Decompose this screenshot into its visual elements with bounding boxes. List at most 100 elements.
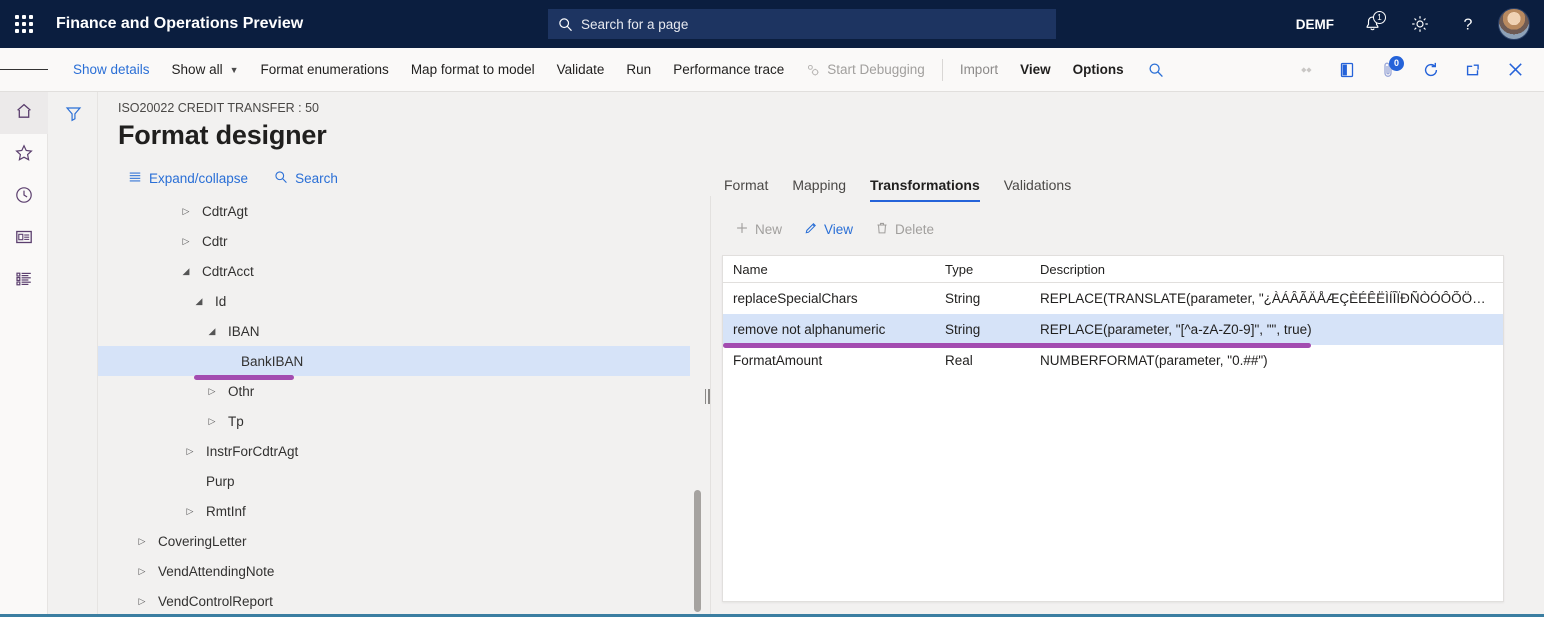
no-chevron-icon: ▷ bbox=[219, 356, 231, 367]
refresh-icon[interactable] bbox=[1410, 48, 1452, 92]
table-row-selected[interactable]: remove not alphanumeric String REPLACE(p… bbox=[723, 314, 1503, 345]
command-bar-separator bbox=[942, 59, 943, 81]
chevron-right-icon[interactable]: ▷ bbox=[184, 446, 196, 457]
hamburger-menu-icon[interactable] bbox=[0, 48, 48, 92]
global-search-placeholder: Search for a page bbox=[581, 17, 688, 32]
app-launcher-icon[interactable] bbox=[0, 0, 48, 48]
global-search-box[interactable]: Search for a page bbox=[548, 9, 1056, 39]
tree-node[interactable]: ▷ VendAttendingNote bbox=[98, 556, 708, 586]
chevron-right-icon[interactable]: ▷ bbox=[136, 536, 148, 547]
command-start-debugging-label: Start Debugging bbox=[827, 62, 925, 77]
command-import[interactable]: Import bbox=[949, 48, 1009, 92]
tab-validations-label: Validations bbox=[1004, 177, 1071, 193]
trash-icon bbox=[875, 221, 889, 238]
attachments-count-badge: 0 bbox=[1389, 56, 1404, 71]
tree-node[interactable]: ▷ RmtInf bbox=[98, 496, 708, 526]
reading-pane-icon[interactable] bbox=[1326, 48, 1368, 92]
table-row[interactable]: replaceSpecialChars String REPLACE(TRANS… bbox=[723, 283, 1503, 314]
tree-node[interactable]: ▷ Purp bbox=[98, 466, 708, 496]
view-button-label: View bbox=[824, 222, 853, 237]
column-header-description[interactable]: Description bbox=[1030, 262, 1503, 277]
new-button: New bbox=[726, 216, 791, 243]
command-performance-trace-label: Performance trace bbox=[673, 62, 784, 77]
filter-funnel-icon[interactable] bbox=[49, 92, 97, 128]
command-search-icon[interactable] bbox=[1135, 48, 1177, 92]
tree-search-label: Search bbox=[295, 171, 338, 186]
tree-node-label: BankIBAN bbox=[241, 354, 303, 369]
top-navigation-bar: Finance and Operations Preview Search fo… bbox=[0, 0, 1544, 48]
expand-collapse-button[interactable]: Expand/collapse bbox=[128, 170, 248, 187]
command-map-format-to-model[interactable]: Map format to model bbox=[400, 48, 546, 92]
tree-node[interactable]: ▷ InstrForCdtrAgt bbox=[98, 436, 708, 466]
chevron-right-icon[interactable]: ▷ bbox=[180, 236, 192, 247]
close-icon[interactable] bbox=[1494, 48, 1536, 92]
tree-node[interactable]: ▷ Cdtr bbox=[98, 226, 708, 256]
tree-node[interactable]: ▷ VendControlReport bbox=[98, 586, 708, 614]
tree-node-selected[interactable]: ▷ BankIBAN bbox=[98, 346, 690, 376]
page-title: Format designer bbox=[118, 120, 327, 151]
chevron-right-icon[interactable]: ▷ bbox=[206, 386, 218, 397]
user-avatar[interactable] bbox=[1498, 8, 1530, 40]
tree-node[interactable]: ▷ CdtrAgt bbox=[98, 196, 708, 226]
bell-icon[interactable]: 1 bbox=[1348, 0, 1396, 48]
chevron-right-icon[interactable]: ▷ bbox=[180, 206, 192, 217]
tree-vertical-scrollbar[interactable] bbox=[694, 490, 701, 612]
chevron-right-icon[interactable]: ▷ bbox=[206, 416, 218, 427]
command-show-all[interactable]: Show all ▼ bbox=[161, 48, 250, 92]
personalize-diamonds-icon[interactable] bbox=[1284, 48, 1326, 92]
search-icon bbox=[274, 170, 288, 187]
chevron-right-icon[interactable]: ▷ bbox=[136, 566, 148, 577]
tree-node[interactable]: ▷ Othr bbox=[98, 376, 708, 406]
tree-node-label: IBAN bbox=[228, 324, 260, 339]
rail-item-recent[interactable] bbox=[0, 176, 48, 218]
tree-node-label: RmtInf bbox=[206, 504, 246, 519]
grid-header-row: Name Type Description bbox=[723, 256, 1503, 283]
transformations-grid: Name Type Description replaceSpecialChar… bbox=[722, 255, 1504, 602]
tab-transformations[interactable]: Transformations bbox=[858, 177, 992, 202]
view-button[interactable]: View bbox=[795, 216, 862, 243]
command-view[interactable]: View bbox=[1009, 48, 1062, 92]
attachments-icon[interactable]: 0 bbox=[1368, 48, 1410, 92]
chevron-right-icon[interactable]: ▷ bbox=[136, 596, 148, 607]
company-selector[interactable]: DEMF bbox=[1282, 17, 1348, 32]
tree-node[interactable]: ◢ Id bbox=[98, 286, 708, 316]
tree-search-button[interactable]: Search bbox=[274, 170, 338, 187]
table-row[interactable]: FormatAmount Real NUMBERFORMAT(parameter… bbox=[723, 345, 1503, 376]
command-options[interactable]: Options bbox=[1062, 48, 1135, 92]
column-header-name[interactable]: Name bbox=[723, 262, 935, 277]
rail-item-favorites[interactable] bbox=[0, 134, 48, 176]
tree-node[interactable]: ◢ IBAN bbox=[98, 316, 708, 346]
cell-type: String bbox=[935, 322, 1030, 337]
tab-format[interactable]: Format bbox=[722, 177, 780, 202]
command-validate[interactable]: Validate bbox=[546, 48, 616, 92]
rail-item-modules[interactable] bbox=[0, 260, 48, 302]
rail-item-workspaces[interactable] bbox=[0, 218, 48, 260]
tree-node[interactable]: ▷ CoveringLetter bbox=[98, 526, 708, 556]
question-mark-icon[interactable]: ? bbox=[1444, 0, 1492, 48]
tree-node[interactable]: ▷ Tp bbox=[98, 406, 708, 436]
gear-icon[interactable] bbox=[1396, 0, 1444, 48]
top-bar-actions: DEMF 1 ? bbox=[1282, 0, 1534, 48]
command-performance-trace[interactable]: Performance trace bbox=[662, 48, 795, 92]
chevron-down-icon[interactable]: ◢ bbox=[206, 326, 218, 337]
command-format-enumerations[interactable]: Format enumerations bbox=[250, 48, 400, 92]
column-header-type[interactable]: Type bbox=[935, 262, 1030, 277]
command-format-enumerations-label: Format enumerations bbox=[261, 62, 389, 77]
rail-item-home[interactable] bbox=[0, 92, 48, 134]
details-tabs: Format Mapping Transformations Validatio… bbox=[722, 164, 1532, 202]
tab-mapping[interactable]: Mapping bbox=[780, 177, 858, 202]
grid-toolbar: New View Delete bbox=[722, 216, 1532, 243]
command-run[interactable]: Run bbox=[615, 48, 662, 92]
home-icon bbox=[14, 101, 34, 126]
command-show-details[interactable]: Show details bbox=[62, 48, 161, 92]
chevron-right-icon[interactable]: ▷ bbox=[184, 506, 196, 517]
tab-validations[interactable]: Validations bbox=[992, 177, 1083, 202]
chevron-down-icon[interactable]: ◢ bbox=[180, 266, 192, 277]
tree-node[interactable]: ◢ CdtrAcct bbox=[98, 256, 708, 286]
tree-node-label: VendControlReport bbox=[158, 594, 273, 609]
chevron-down-icon[interactable]: ◢ bbox=[193, 296, 205, 307]
open-in-new-window-icon[interactable] bbox=[1452, 48, 1494, 92]
format-tree[interactable]: ▷ CdtrAgt ▷ Cdtr ◢ CdtrAcct ◢ Id ◢ IBAN … bbox=[98, 196, 708, 614]
svg-text:?: ? bbox=[1464, 17, 1473, 34]
search-icon bbox=[558, 17, 573, 32]
